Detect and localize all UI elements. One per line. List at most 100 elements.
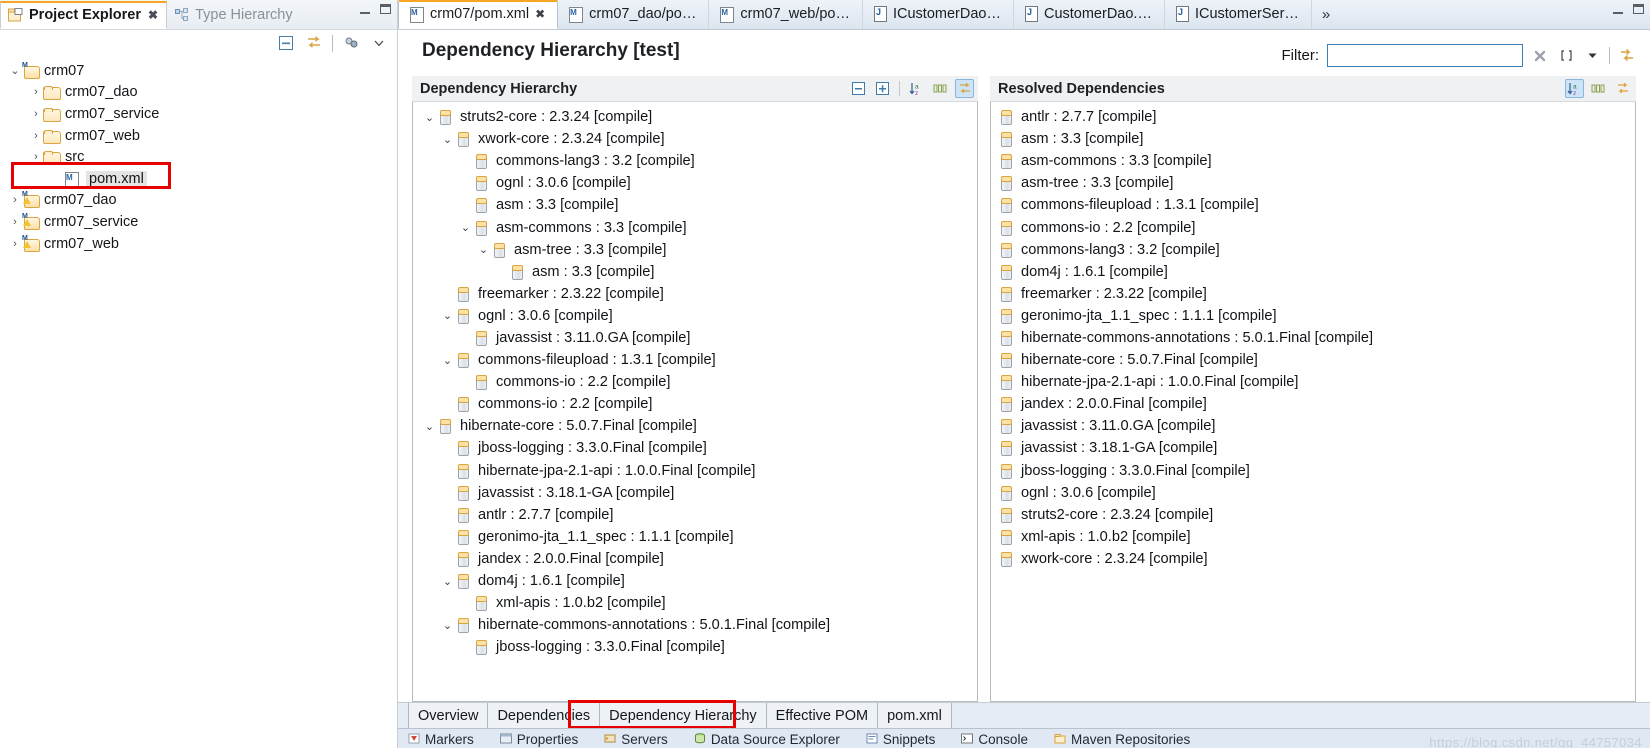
tree-twisty[interactable]: ›: [29, 108, 43, 120]
view-menu-chevron-down-icon[interactable]: [370, 35, 387, 52]
dependency-tree-item[interactable]: javassist : 3.18.1-GA [compile]: [413, 482, 977, 504]
resolved-dependencies-list[interactable]: antlr : 2.7.7 [compile] asm : 3.3 [compil…: [990, 102, 1636, 702]
dependency-tree-item[interactable]: ⌄ asm-commons : 3.3 [compile]: [413, 216, 977, 238]
sort-icon[interactable]: a z: [1565, 79, 1584, 98]
dependency-tree-item[interactable]: ⌄ commons-fileupload : 1.3.1 [compile]: [413, 349, 977, 371]
editor-tab[interactable]: J ICustomerDao…: [863, 0, 1014, 29]
editor-tab[interactable]: J ICustomerSer…: [1165, 0, 1312, 29]
resolved-dependency-item[interactable]: freemarker : 2.3.22 [compile]: [991, 283, 1635, 305]
link-icon[interactable]: [955, 79, 974, 98]
resolved-dependency-item[interactable]: javassist : 3.18.1-GA [compile]: [991, 437, 1635, 459]
editor-tab[interactable]: Mcrm07_dao/po…: [558, 0, 710, 29]
project-tree-item[interactable]: › crm07_dao: [0, 82, 397, 104]
minimize-icon[interactable]: [360, 12, 370, 14]
project-tree-item[interactable]: › src: [0, 146, 397, 168]
maximize-icon[interactable]: [1633, 4, 1644, 14]
view-tab-data-source-explorer[interactable]: Data Source Explorer: [694, 732, 840, 747]
view-tab-servers[interactable]: Servers: [604, 732, 668, 747]
dependency-tree-item[interactable]: ⌄ ognl : 3.0.6 [compile]: [413, 305, 977, 327]
resolved-dependency-item[interactable]: struts2-core : 2.3.24 [compile]: [991, 504, 1635, 526]
dependency-tree-item[interactable]: freemarker : 2.3.22 [compile]: [413, 283, 977, 305]
tree-twisty[interactable]: ⌄: [439, 309, 456, 322]
dependency-tree-item[interactable]: ⌄ hibernate-commons-annotations : 5.0.1.F…: [413, 614, 977, 636]
dependency-hierarchy-tree[interactable]: ⌄ struts2-core : 2.3.24 [compile] ⌄ xwork-c…: [412, 102, 978, 702]
tree-twisty[interactable]: ›: [8, 238, 22, 250]
dependency-tree-item[interactable]: commons-io : 2.2 [compile]: [413, 393, 977, 415]
minimize-icon[interactable]: [1613, 12, 1623, 14]
editor-tab[interactable]: J CustomerDao.…: [1014, 0, 1165, 29]
dependency-tree-item[interactable]: ognl : 3.0.6 [compile]: [413, 172, 977, 194]
columns-icon[interactable]: [1589, 79, 1608, 98]
dependency-tree-item[interactable]: ⌄ dom4j : 1.6.1 [compile]: [413, 570, 977, 592]
resolved-dependency-item[interactable]: asm-tree : 3.3 [compile]: [991, 172, 1635, 194]
pom-editor-tab[interactable]: pom.xml: [877, 703, 952, 728]
resolved-dependency-item[interactable]: commons-fileupload : 1.3.1 [compile]: [991, 194, 1635, 216]
tree-twisty[interactable]: ›: [29, 151, 43, 163]
dependency-tree-item[interactable]: asm : 3.3 [compile]: [413, 261, 977, 283]
maximize-icon[interactable]: [380, 4, 391, 14]
resolved-dependency-item[interactable]: ognl : 3.0.6 [compile]: [991, 482, 1635, 504]
sort-icon[interactable]: a z: [907, 79, 926, 98]
tree-twisty[interactable]: ›: [8, 194, 22, 206]
resolved-dependency-item[interactable]: commons-io : 2.2 [compile]: [991, 216, 1635, 238]
pom-editor-tab[interactable]: Dependencies: [487, 703, 601, 728]
dependency-tree-item[interactable]: javassist : 3.11.0.GA [compile]: [413, 327, 977, 349]
view-options-icon[interactable]: [343, 35, 360, 52]
tree-twisty[interactable]: ⌄: [439, 575, 456, 588]
project-tree-item[interactable]: ⌄ Mcrm07: [0, 60, 397, 82]
refresh-icon[interactable]: [1618, 47, 1636, 65]
resolved-dependency-item[interactable]: xml-apis : 1.0.b2 [compile]: [991, 526, 1635, 548]
pom-editor-tab[interactable]: Dependency Hierarchy: [599, 703, 767, 728]
pom-editor-tab[interactable]: Overview: [408, 703, 489, 728]
resolved-dependency-item[interactable]: antlr : 2.7.7 [compile]: [991, 106, 1635, 128]
resolved-dependency-item[interactable]: geronimo-jta_1.1_spec : 1.1.1 [compile]: [991, 305, 1635, 327]
link-icon[interactable]: [1613, 79, 1632, 98]
link-with-editor-icon[interactable]: [305, 35, 322, 52]
clear-filter-icon[interactable]: [1531, 47, 1549, 65]
dependency-tree-item[interactable]: ⌄ xwork-core : 2.3.24 [compile]: [413, 128, 977, 150]
dependency-tree-item[interactable]: asm : 3.3 [compile]: [413, 194, 977, 216]
resolved-dependency-item[interactable]: asm : 3.3 [compile]: [991, 128, 1635, 150]
tree-twisty[interactable]: ⌄: [439, 619, 456, 632]
resolved-dependency-item[interactable]: hibernate-commons-annotations : 5.0.1.Fi…: [991, 327, 1635, 349]
tree-twisty[interactable]: ⌄: [439, 354, 456, 367]
dependency-tree-item[interactable]: ⌄ struts2-core : 2.3.24 [compile]: [413, 106, 977, 128]
expand-all-icon[interactable]: [873, 79, 892, 98]
tree-twisty[interactable]: ⌄: [439, 133, 456, 146]
tree-twisty[interactable]: ⌄: [8, 64, 22, 77]
resolved-dependency-item[interactable]: asm-commons : 3.3 [compile]: [991, 150, 1635, 172]
dependency-tree-item[interactable]: antlr : 2.7.7 [compile]: [413, 504, 977, 526]
filter-dropdown-chevron-down-icon[interactable]: [1583, 47, 1601, 65]
project-tree-item[interactable]: Mpom.xml: [0, 168, 397, 190]
dependency-tree-item[interactable]: xml-apis : 1.0.b2 [compile]: [413, 592, 977, 614]
tree-twisty[interactable]: ›: [29, 130, 43, 142]
editor-tab-close-icon[interactable]: ✖: [535, 7, 545, 21]
editor-tabs-overflow-icon[interactable]: »: [1312, 0, 1340, 29]
editor-tab[interactable]: Mcrm07_web/po…: [709, 0, 863, 29]
editor-tab[interactable]: Mcrm07/pom.xml ✖: [398, 0, 559, 29]
view-tab-maven-repositories[interactable]: Maven Repositories: [1054, 732, 1190, 747]
tree-twisty[interactable]: ⌄: [475, 243, 492, 256]
dependency-tree-item[interactable]: jandex : 2.0.0.Final [compile]: [413, 548, 977, 570]
view-tab-close-icon[interactable]: ✖: [148, 8, 158, 22]
filter-input[interactable]: [1327, 44, 1523, 67]
view-tab-snippets[interactable]: Snippets: [866, 732, 935, 747]
dependency-tree-item[interactable]: geronimo-jta_1.1_spec : 1.1.1 [compile]: [413, 526, 977, 548]
tree-twisty[interactable]: ⌄: [421, 111, 438, 124]
project-tree-item[interactable]: › Mcrm07_web: [0, 233, 397, 255]
columns-icon[interactable]: [931, 79, 950, 98]
project-tree-item[interactable]: › crm07_web: [0, 125, 397, 147]
resolved-dependency-item[interactable]: javassist : 3.11.0.GA [compile]: [991, 415, 1635, 437]
resolved-dependency-item[interactable]: hibernate-core : 5.0.7.Final [compile]: [991, 349, 1635, 371]
project-tree[interactable]: ⌄ Mcrm07 › crm07_dao › crm07_service › crm07_we…: [0, 56, 397, 748]
dependency-tree-item[interactable]: ⌄ asm-tree : 3.3 [compile]: [413, 239, 977, 261]
tree-twisty[interactable]: ›: [8, 216, 22, 228]
dependency-tree-item[interactable]: ⌄ hibernate-core : 5.0.7.Final [compile]: [413, 415, 977, 437]
resolved-dependency-item[interactable]: xwork-core : 2.3.24 [compile]: [991, 548, 1635, 570]
collapse-all-icon[interactable]: [278, 35, 295, 52]
view-tab-type-hierarchy[interactable]: Type Hierarchy: [167, 1, 301, 29]
brackets-filter-icon[interactable]: [1557, 47, 1575, 65]
resolved-dependency-item[interactable]: commons-lang3 : 3.2 [compile]: [991, 239, 1635, 261]
resolved-dependency-item[interactable]: jandex : 2.0.0.Final [compile]: [991, 393, 1635, 415]
dependency-tree-item[interactable]: jboss-logging : 3.3.0.Final [compile]: [413, 437, 977, 459]
